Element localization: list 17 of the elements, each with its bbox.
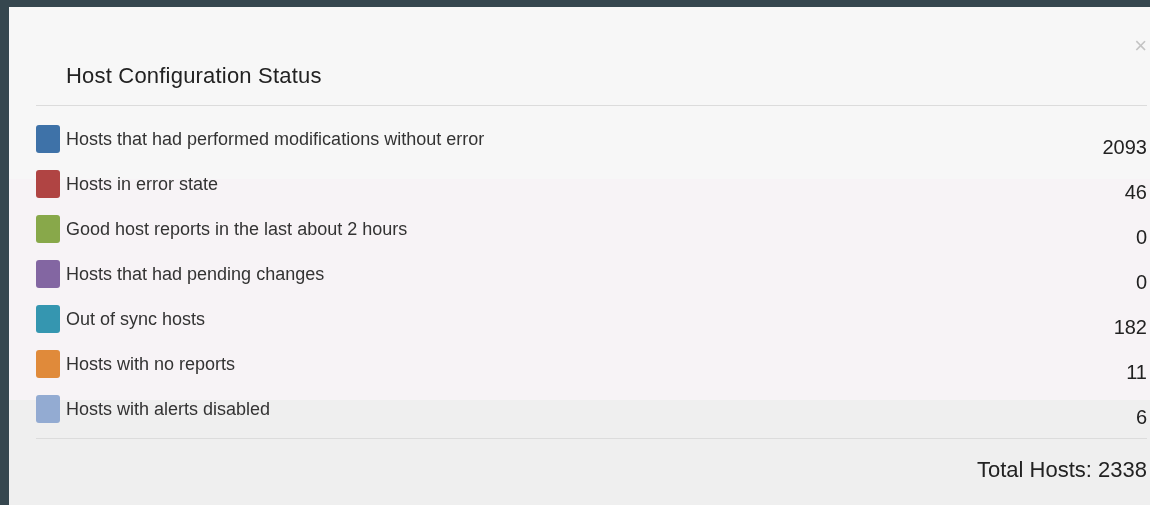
host-count: 0 <box>1135 270 1147 295</box>
close-button[interactable]: × <box>1134 35 1147 57</box>
status-label: Out of sync hosts <box>66 308 207 331</box>
status-label: Hosts with alerts disabled <box>66 398 272 421</box>
host-count: 0 <box>1135 225 1147 250</box>
host-count: 11 <box>1126 360 1147 385</box>
total-hosts: Total Hosts: 2338 <box>977 457 1147 483</box>
dialog-title: Host Configuration Status <box>66 63 323 89</box>
host-count: 46 <box>1124 180 1147 205</box>
host-count: 6 <box>1135 405 1147 430</box>
status-label: Hosts with no reports <box>66 353 237 376</box>
status-label: Hosts in error state <box>66 173 220 196</box>
host-count: 182 <box>1113 315 1147 340</box>
status-label: Good host reports in the last about 2 hours <box>66 218 409 241</box>
status-label: Hosts that had pending changes <box>66 263 326 286</box>
host-count: 2093 <box>1102 135 1147 160</box>
status-label: Hosts that had performed modifications without error <box>66 128 486 151</box>
